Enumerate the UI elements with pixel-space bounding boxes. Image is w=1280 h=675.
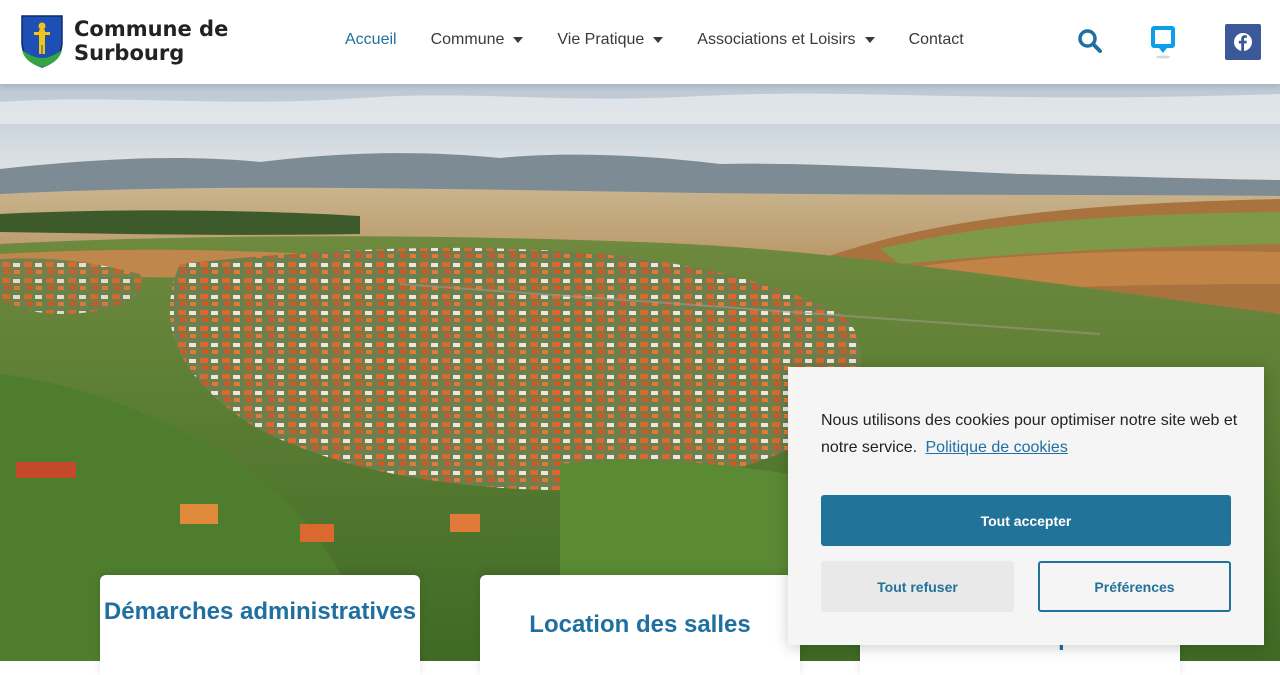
cookie-policy-link[interactable]: Politique de cookies <box>926 439 1068 456</box>
card-location-salles[interactable]: Location des salles <box>480 575 800 675</box>
caret-down-icon <box>513 37 524 43</box>
nav-label: Vie Pratique <box>557 31 645 48</box>
accept-all-button[interactable]: Tout accepter <box>821 495 1231 546</box>
nav-item-vie-pratique[interactable]: Vie Pratique <box>557 31 664 49</box>
coat-of-arms-icon <box>21 15 63 68</box>
site-name: Commune de Surbourg <box>74 17 228 65</box>
search-icon <box>1078 29 1102 53</box>
site-logo[interactable]: Commune de Surbourg <box>20 14 228 68</box>
site-header: Commune de Surbourg Accueil Commune Vie … <box>0 0 1280 84</box>
card-title: Démarches administratives <box>103 598 417 625</box>
refuse-all-button[interactable]: Tout refuser <box>821 561 1014 612</box>
facebook-icon <box>1234 33 1252 51</box>
search-button[interactable] <box>1077 28 1103 54</box>
caret-down-icon <box>864 37 875 43</box>
nav-item-associations[interactable]: Associations et Loisirs <box>697 31 875 49</box>
site-name-line2: Surbourg <box>74 41 185 65</box>
nav-label: Accueil <box>345 31 397 48</box>
cookie-banner: Nous utilisons des cookies pour optimise… <box>788 367 1264 645</box>
site-name-line1: Commune de <box>74 17 229 41</box>
facebook-button[interactable] <box>1225 24 1261 60</box>
nav-item-commune[interactable]: Commune <box>431 31 524 49</box>
speech-bubble-icon <box>1151 26 1175 59</box>
preferences-button[interactable]: Préférences <box>1038 561 1231 612</box>
nav-label: Associations et Loisirs <box>697 31 856 48</box>
caret-down-icon <box>653 37 664 43</box>
card-demarches[interactable]: Démarches administratives <box>100 575 420 675</box>
nav-item-contact[interactable]: Contact <box>909 31 964 49</box>
card-title: Location des salles <box>529 611 751 638</box>
notification-button[interactable] <box>1150 25 1176 59</box>
main-nav: Accueil Commune Vie Pratique Association… <box>345 31 998 49</box>
cookie-message: Nous utilisons des cookies pour optimise… <box>821 407 1241 461</box>
nav-label: Commune <box>430 31 505 48</box>
nav-item-accueil[interactable]: Accueil <box>345 31 397 49</box>
nav-label: Contact <box>908 31 964 48</box>
